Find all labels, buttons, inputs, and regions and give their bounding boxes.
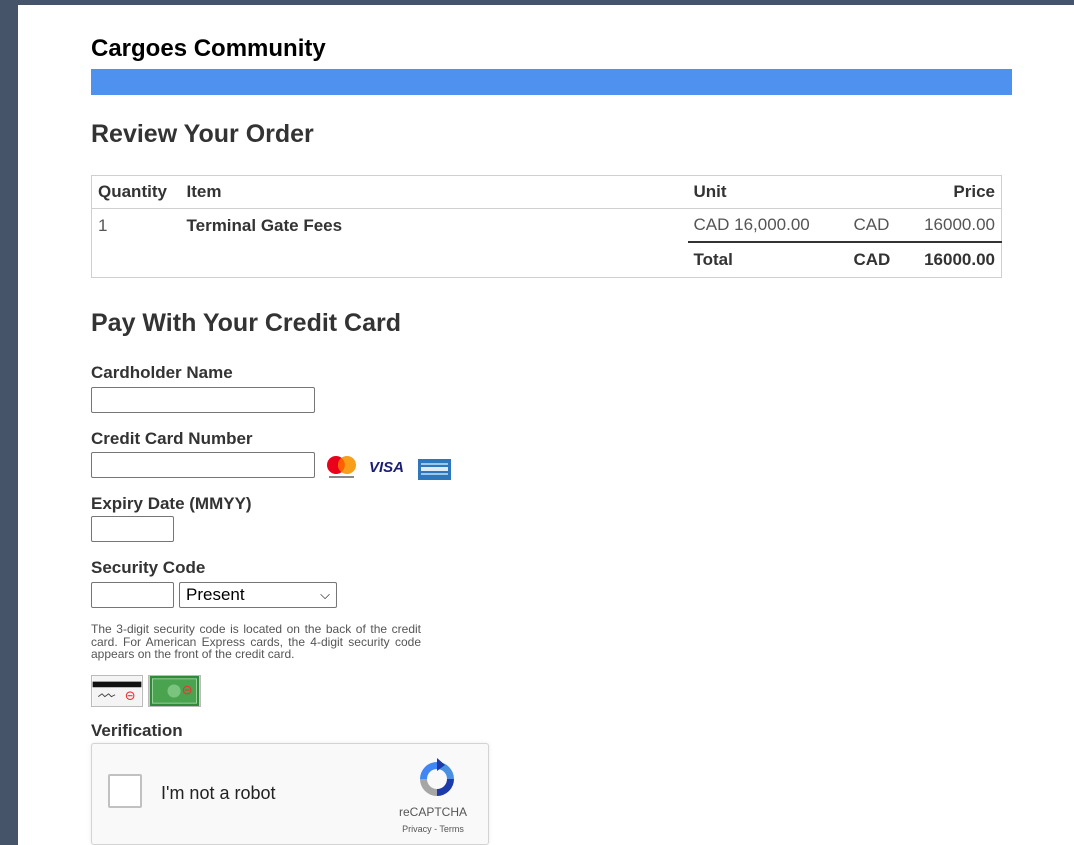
table-row: 1 Terminal Gate Fees CAD 16,000.00 CAD 1… (92, 209, 1002, 243)
recaptcha-label: I'm not a robot (161, 783, 276, 803)
cardholder-label: Cardholder Name (91, 363, 233, 382)
amex-front-cvv-icon (148, 675, 201, 707)
card-brand-icons: VISA (327, 456, 451, 480)
cardholder-name-input[interactable] (91, 387, 315, 413)
card-back-cvv-icon (91, 675, 143, 707)
col-quantity: Quantity (98, 182, 167, 201)
expiry-label: Expiry Date (MMYY) (91, 494, 252, 513)
col-price: Price (953, 182, 995, 201)
pay-heading: Pay With Your Credit Card (91, 309, 402, 337)
col-item: Item (186, 182, 222, 201)
brand-title: Cargoes Community (91, 35, 326, 62)
brand-bar (91, 69, 1012, 95)
row-price: 16000.00 (924, 215, 995, 234)
amex-icon (418, 459, 451, 480)
total-spacer-1 (92, 242, 181, 278)
order-table: Quantity Item Unit Price 1 Terminal Gate… (91, 175, 1002, 278)
recaptcha-logo-icon (420, 758, 454, 796)
card-number-input[interactable] (91, 452, 315, 478)
mastercard-icon (327, 456, 356, 478)
row-quantity: 1 (98, 215, 108, 235)
verification-label: Verification (91, 721, 183, 740)
chevron-down-icon: ⌵ (320, 587, 330, 602)
security-code-input[interactable] (91, 582, 174, 608)
col-unit: Unit (693, 182, 727, 201)
card-number-label: Credit Card Number (91, 429, 253, 448)
table-header-row: Quantity Item Unit Price (91, 176, 1002, 209)
security-code-label: Security Code (91, 558, 206, 577)
recaptcha-widget: I'm not a robot reCAPTCHA Privacy - Term… (91, 743, 489, 845)
row-unit: CAD 16,000.00 (693, 215, 810, 234)
review-order-heading: Review Your Order (91, 120, 314, 148)
total-spacer-2 (181, 242, 688, 278)
total-currency: CAD (847, 241, 906, 278)
security-select-value: Present (186, 585, 245, 604)
recaptcha-checkbox[interactable] (108, 774, 142, 808)
recaptcha-brand: reCAPTCHA (398, 805, 467, 819)
security-code-select[interactable]: Present ⌵ (179, 582, 337, 608)
col-blank (848, 176, 906, 209)
total-label: Total (687, 241, 848, 278)
total-amount: 16000.00 (905, 241, 1002, 278)
recaptcha-privacy-terms-link[interactable]: Privacy - Terms (382, 824, 484, 834)
page: Cargoes Community Review Your Order Quan… (18, 5, 1074, 845)
total-row: Total CAD 16000.00 (92, 241, 1002, 278)
security-code-help: The 3-digit security code is located on … (91, 622, 421, 661)
row-currency: CAD (853, 215, 890, 234)
visa-icon: VISA (369, 459, 404, 476)
expiry-input[interactable] (91, 516, 174, 542)
row-item: Terminal Gate Fees (186, 215, 343, 235)
